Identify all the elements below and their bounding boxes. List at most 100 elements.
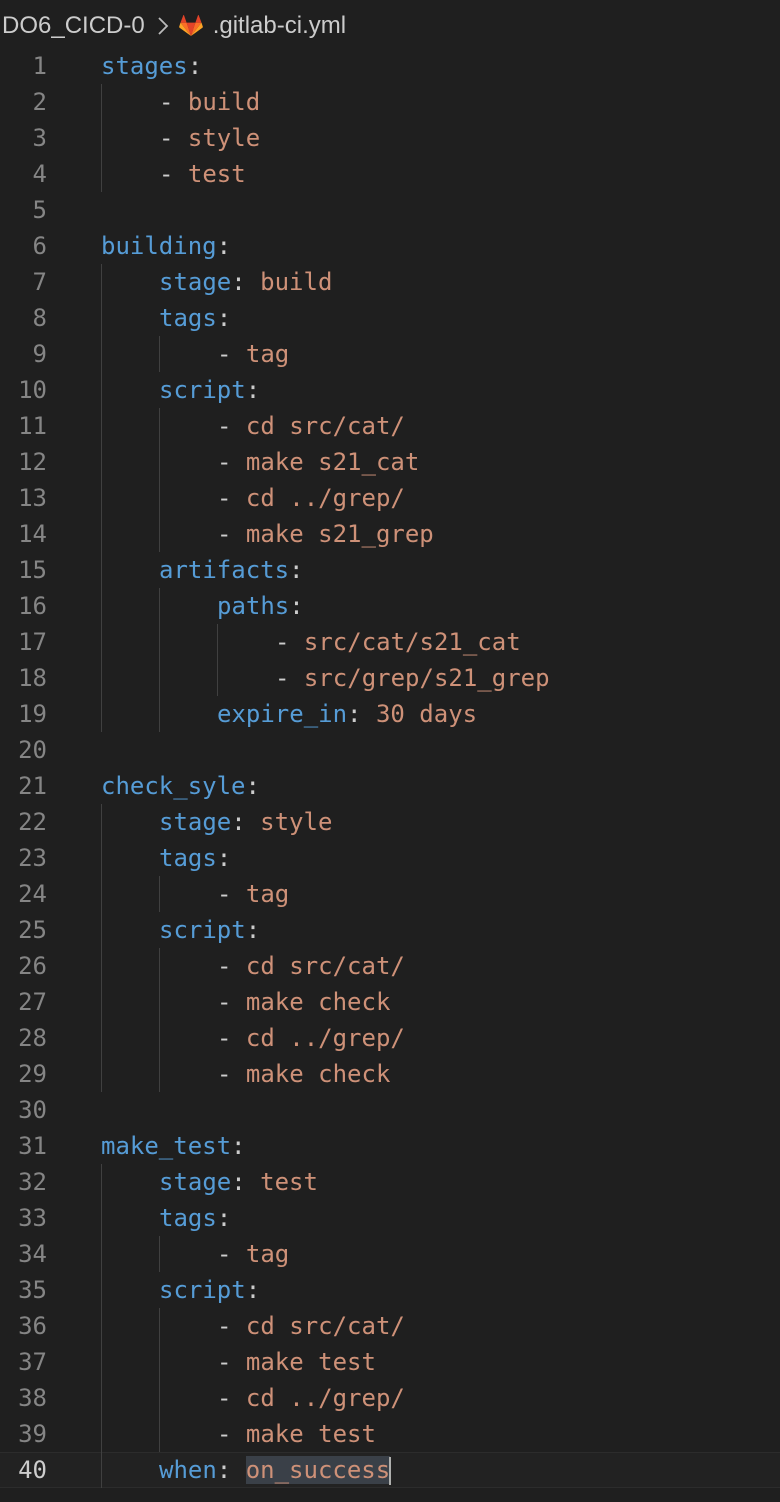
code-line[interactable]: 10 script: xyxy=(0,372,780,408)
yaml-colon: : xyxy=(245,772,260,800)
code-content: - cd src/cat/ xyxy=(217,1308,405,1344)
line-number: 31 xyxy=(18,1132,47,1160)
code-line[interactable]: 1 stages: xyxy=(0,48,780,84)
code-line[interactable]: 31 make_test: xyxy=(0,1128,780,1164)
code-line[interactable]: 14 - make s21_grep xyxy=(0,516,780,552)
code-line[interactable]: 3 - style xyxy=(0,120,780,156)
code-line[interactable]: 16 paths: xyxy=(0,588,780,624)
code-line[interactable]: 23 tags: xyxy=(0,840,780,876)
line-number: 9 xyxy=(32,340,47,368)
code-line[interactable]: 27 - make check xyxy=(0,984,780,1020)
code-line[interactable]: 29 - make check xyxy=(0,1056,780,1092)
code-content: - src/cat/s21_cat xyxy=(275,624,521,660)
code-line[interactable]: 15 artifacts: xyxy=(0,552,780,588)
indent-guide xyxy=(159,588,160,732)
code-content: tags: xyxy=(159,300,231,336)
code-line[interactable]: 2 - build xyxy=(0,84,780,120)
code-content: - tag xyxy=(217,336,289,372)
code-line[interactable]: 12 - make s21_cat xyxy=(0,444,780,480)
yaml-value: src/grep/s21_grep xyxy=(303,664,550,692)
breadcrumb: DO6_CICD-0 .gitlab-ci.yml xyxy=(0,0,780,52)
code-line[interactable]: 7 stage: build xyxy=(0,264,780,300)
line-number: 15 xyxy=(18,556,47,584)
code-content: script: xyxy=(159,912,260,948)
code-line[interactable]: 4 - test xyxy=(0,156,780,192)
breadcrumb-folder[interactable]: DO6_CICD-0 xyxy=(2,12,145,40)
code-line[interactable]: 24 - tag xyxy=(0,876,780,912)
yaml-colon: : xyxy=(216,1456,246,1484)
yaml-key: building xyxy=(101,232,217,260)
code-line[interactable]: 9 - tag xyxy=(0,336,780,372)
code-content: - tag xyxy=(217,876,289,912)
yaml-colon: : xyxy=(216,232,232,260)
yaml-value: tag xyxy=(245,340,290,368)
code-line[interactable]: 32 stage: test xyxy=(0,1164,780,1200)
code-content: - make s21_grep xyxy=(217,516,434,552)
code-line[interactable]: 19 expire_in: 30 days xyxy=(0,696,780,732)
code-content: - cd src/cat/ xyxy=(217,948,405,984)
yaml-value: 30 days xyxy=(375,700,478,728)
list-dash: - xyxy=(217,484,246,512)
yaml-value: tag xyxy=(245,880,290,908)
code-line[interactable]: 38 - cd ../grep/ xyxy=(0,1380,780,1416)
code-line[interactable]: 36 - cd src/cat/ xyxy=(0,1308,780,1344)
code-line[interactable]: 35 script: xyxy=(0,1272,780,1308)
code-line[interactable]: 22 stage: style xyxy=(0,804,780,840)
code-line[interactable]: 30 xyxy=(0,1092,780,1128)
indent-guide xyxy=(159,1236,160,1272)
code-line[interactable]: 6 building: xyxy=(0,228,780,264)
line-number: 5 xyxy=(32,196,47,224)
code-content: - test xyxy=(159,156,246,192)
yaml-value: tag xyxy=(245,1240,290,1268)
yaml-colon: : xyxy=(245,1276,261,1304)
yaml-key: script xyxy=(159,1276,246,1304)
code-line[interactable]: 8 tags: xyxy=(0,300,780,336)
line-number: 7 xyxy=(32,268,47,296)
line-number: 8 xyxy=(32,304,47,332)
code-line[interactable]: 5 xyxy=(0,192,780,228)
code-content: tags: xyxy=(159,1200,231,1236)
line-number: 38 xyxy=(18,1384,47,1412)
list-dash: - xyxy=(217,1312,246,1340)
line-number: 14 xyxy=(18,520,47,548)
yaml-key: tags xyxy=(159,1204,217,1232)
code-line[interactable]: 11 - cd src/cat/ xyxy=(0,408,780,444)
code-line[interactable]: 25 script: xyxy=(0,912,780,948)
yaml-key: stage xyxy=(159,268,232,296)
code-line[interactable]: 26 - cd src/cat/ xyxy=(0,948,780,984)
yaml-key: expire_in xyxy=(217,700,348,728)
yaml-value: style xyxy=(260,808,333,836)
code-content: - cd src/cat/ xyxy=(217,408,405,444)
yaml-colon: : xyxy=(231,1132,246,1160)
code-line[interactable]: 18 - src/grep/s21_grep xyxy=(0,660,780,696)
code-content: - make test xyxy=(217,1344,376,1380)
code-content: make_test: xyxy=(101,1128,246,1164)
yaml-key: tags xyxy=(159,844,217,872)
code-content: - build xyxy=(159,84,260,120)
indent-guide xyxy=(217,624,218,696)
code-editor[interactable]: 1 stages: 2 - build 3 - style 4 - test 5 6 buildin… xyxy=(0,48,780,1488)
code-line[interactable]: 40 when: on_success xyxy=(0,1452,780,1488)
code-content: stages: xyxy=(101,48,202,84)
line-number: 36 xyxy=(18,1312,47,1340)
code-line[interactable]: 39 - make test xyxy=(0,1416,780,1452)
code-line[interactable]: 13 - cd ../grep/ xyxy=(0,480,780,516)
code-line[interactable]: 17 - src/cat/s21_cat xyxy=(0,624,780,660)
code-content: - style xyxy=(159,120,260,156)
yaml-value: make s21_grep xyxy=(245,520,434,548)
line-number: 39 xyxy=(18,1420,47,1448)
line-number: 27 xyxy=(18,988,47,1016)
yaml-value: test xyxy=(260,1168,318,1196)
code-line[interactable]: 34 - tag xyxy=(0,1236,780,1272)
yaml-colon: : xyxy=(245,916,261,944)
yaml-value: on_success xyxy=(245,1456,391,1484)
list-dash: - xyxy=(217,340,246,368)
breadcrumb-file[interactable]: .gitlab-ci.yml xyxy=(213,12,346,40)
code-line[interactable]: 20 xyxy=(0,732,780,768)
line-number: 37 xyxy=(18,1348,47,1376)
line-number: 28 xyxy=(18,1024,47,1052)
code-line[interactable]: 21 check_syle: xyxy=(0,768,780,804)
code-line[interactable]: 37 - make test xyxy=(0,1344,780,1380)
code-line[interactable]: 33 tags: xyxy=(0,1200,780,1236)
code-line[interactable]: 28 - cd ../grep/ xyxy=(0,1020,780,1056)
